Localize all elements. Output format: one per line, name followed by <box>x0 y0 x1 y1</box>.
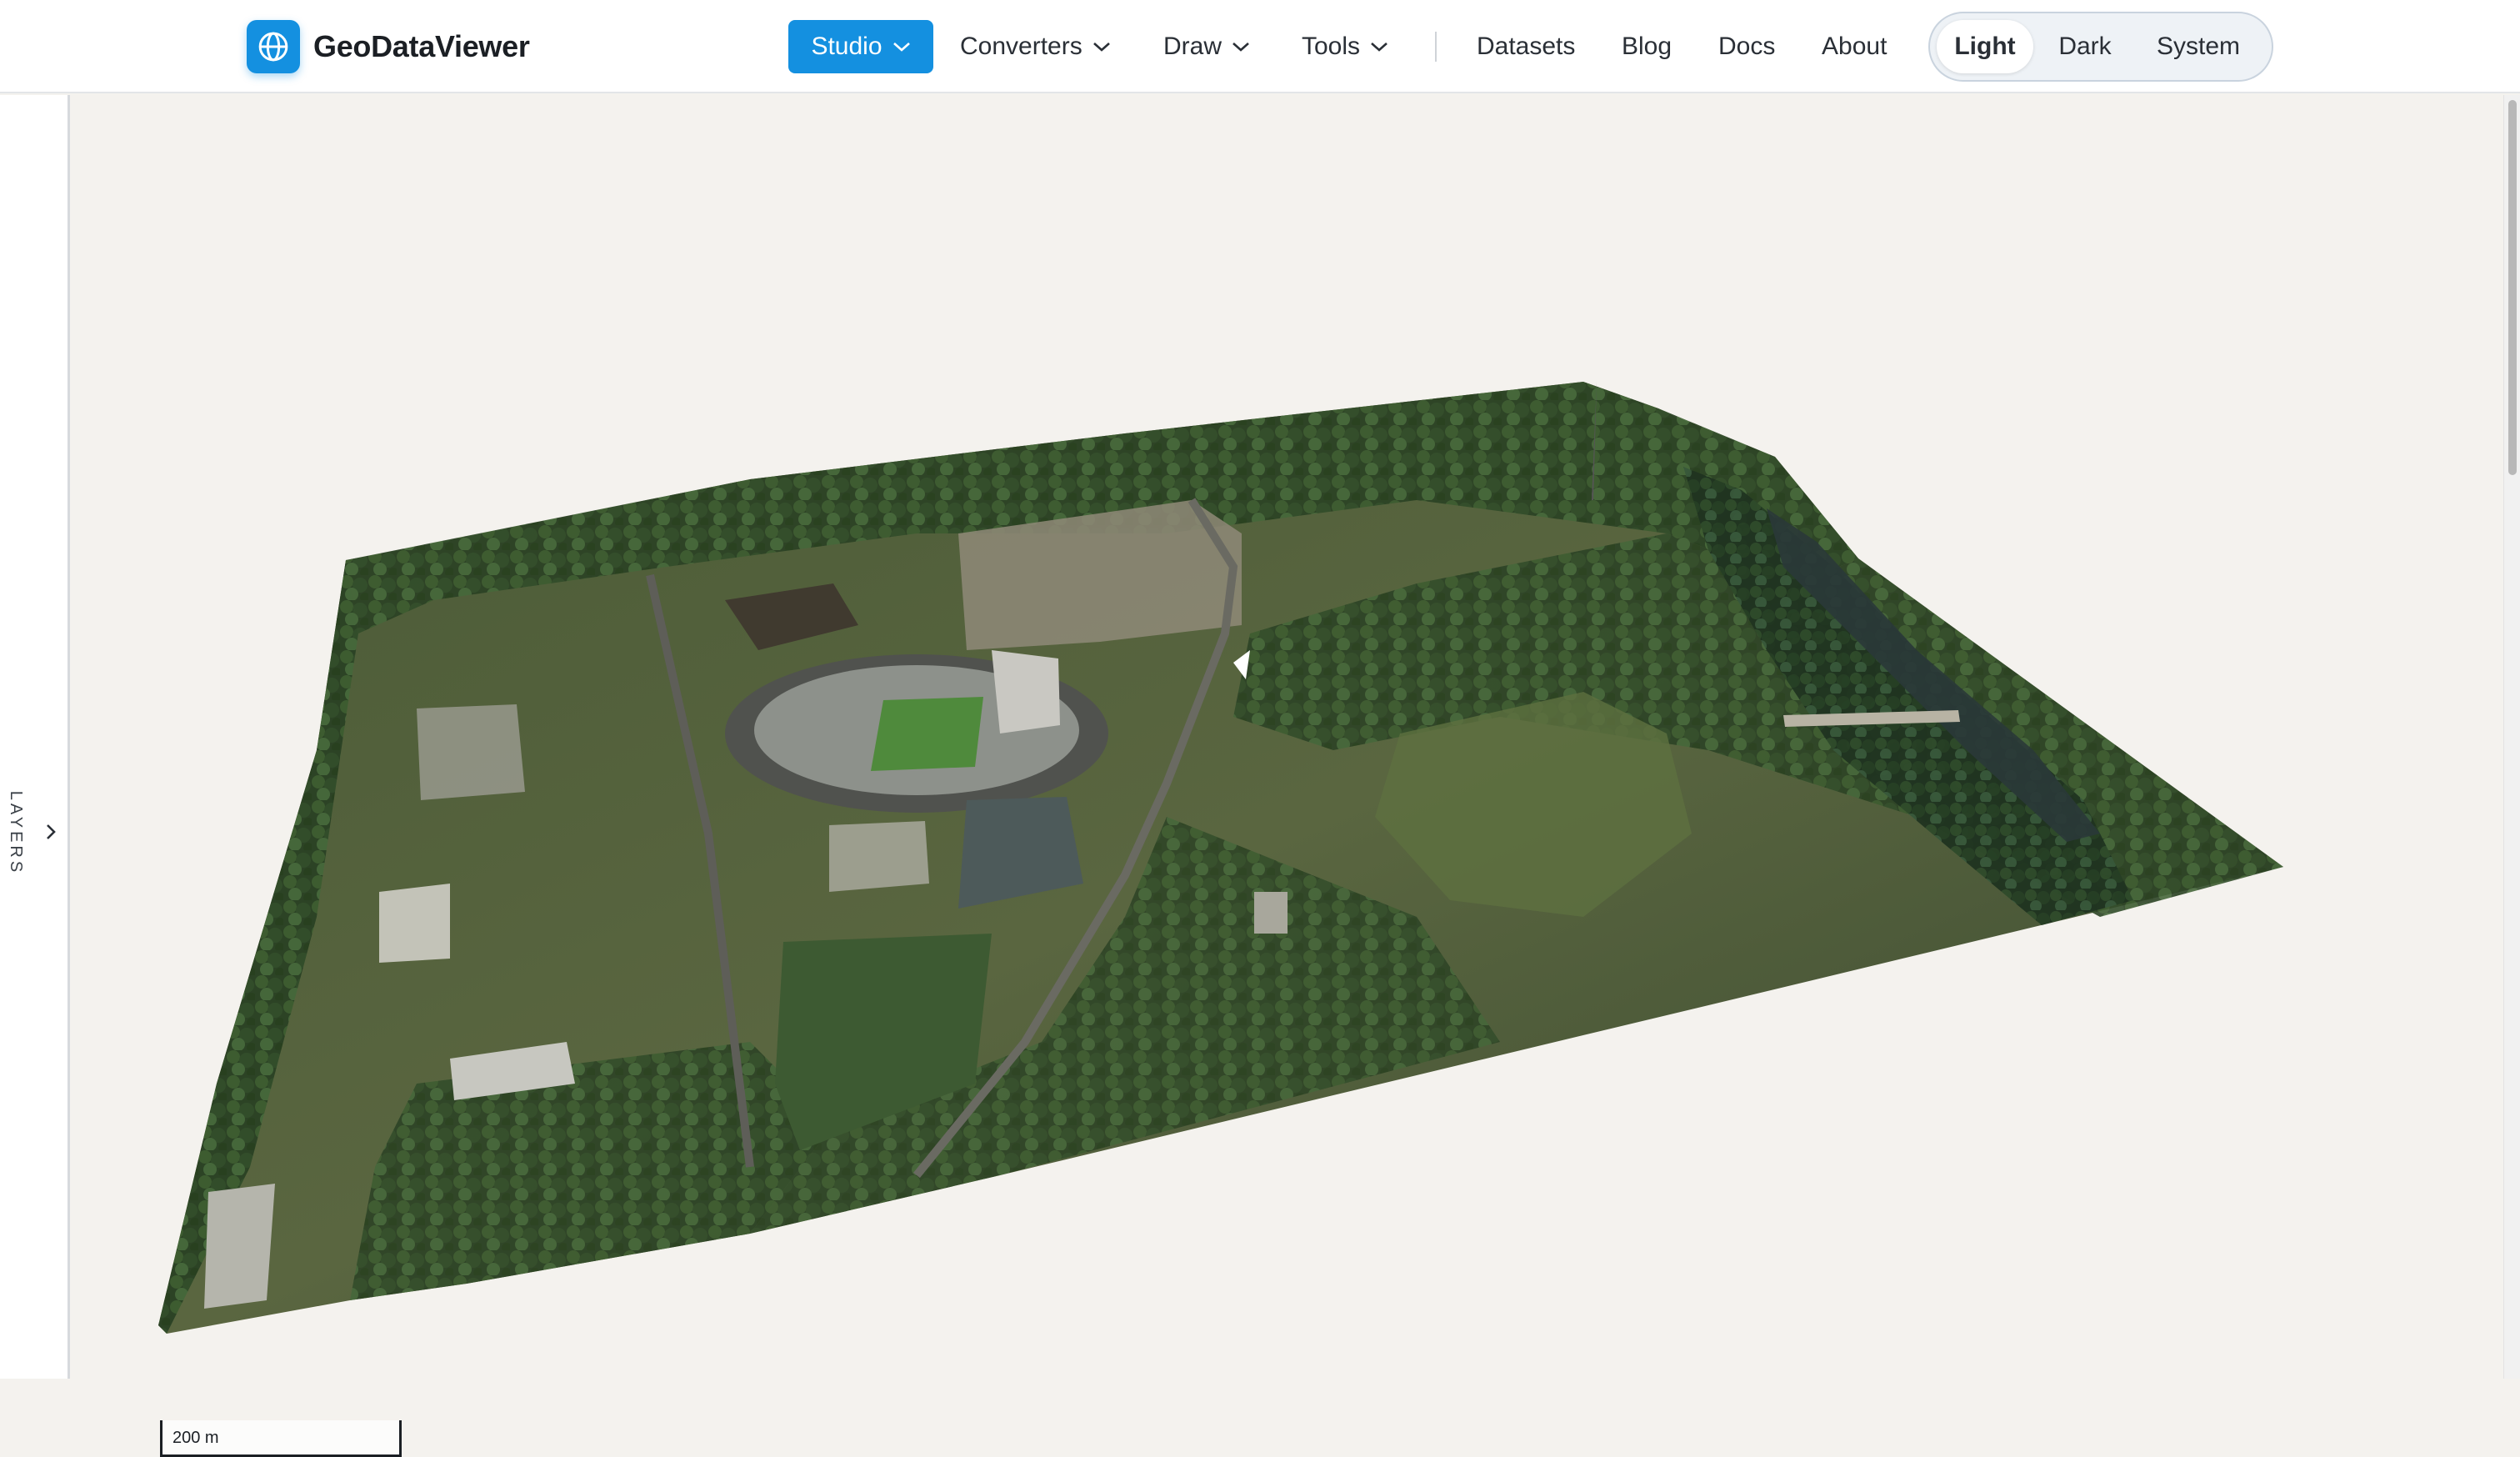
nav-about-link[interactable]: About <box>1822 20 1887 73</box>
map-scale-bar: 200 m <box>160 1420 402 1457</box>
nav-blog-link[interactable]: Blog <box>1622 20 1672 73</box>
building-west-4 <box>204 1184 275 1309</box>
chevron-right-icon <box>47 824 56 839</box>
theme-system-option[interactable]: System <box>2137 20 2260 73</box>
layers-sidebar: LAYERS <box>0 95 70 1379</box>
layers-expand-button[interactable] <box>37 817 65 847</box>
nav-draw-label: Draw <box>1163 33 1222 60</box>
page-scrollbar[interactable] <box>2503 95 2520 1379</box>
nav-studio-label: Studio <box>811 33 882 60</box>
nav-datasets-link[interactable]: Datasets <box>1477 20 1575 73</box>
chevron-down-icon <box>892 43 910 52</box>
building-roof <box>829 821 929 892</box>
map-canvas[interactable]: 200 m i <box>72 95 2520 1457</box>
nav-converters-label: Converters <box>960 33 1082 60</box>
theme-dark-option[interactable]: Dark <box>2033 20 2137 73</box>
layers-label: LAYERS <box>7 790 26 875</box>
brand[interactable]: GeoDataViewer <box>247 20 530 73</box>
app-name: GeoDataViewer <box>313 29 530 63</box>
chevron-down-icon <box>1092 43 1110 52</box>
top-navbar: GeoDataViewer Studio Converters Draw Too… <box>0 0 2520 93</box>
nav-studio-dropdown[interactable]: Studio <box>788 20 933 73</box>
theme-toggle: Light Dark System <box>1928 12 2273 82</box>
nav-divider <box>1435 32 1437 62</box>
small-building-center <box>1254 892 1288 934</box>
globe-icon <box>247 20 300 73</box>
nav-converters-dropdown[interactable]: Converters <box>960 20 1111 73</box>
nav-docs-link[interactable]: Docs <box>1718 20 1775 73</box>
building-west-1 <box>417 704 525 800</box>
building-west-2 <box>379 884 450 963</box>
stadium-field <box>871 697 983 771</box>
chevron-down-icon <box>1371 43 1388 52</box>
chevron-down-icon <box>1232 43 1249 52</box>
nav-draw-dropdown[interactable]: Draw <box>1163 20 1250 73</box>
scale-label: 200 m <box>172 1429 219 1447</box>
stadium-press-box <box>992 650 1060 734</box>
aerial-imagery-3d-terrain[interactable] <box>72 95 2520 1379</box>
nav-tools-label: Tools <box>1302 33 1361 60</box>
nav-tools-dropdown[interactable]: Tools <box>1302 20 1388 73</box>
theme-light-option[interactable]: Light <box>1937 20 2033 73</box>
scrollbar-thumb[interactable] <box>2508 100 2517 475</box>
